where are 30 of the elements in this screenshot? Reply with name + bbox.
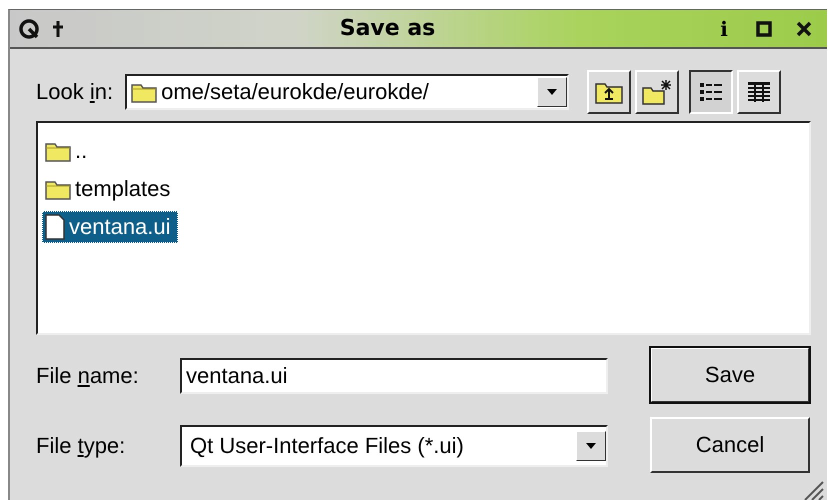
file-name-field[interactable]: ventana.ui xyxy=(180,358,608,394)
save-button[interactable]: Save xyxy=(650,347,810,403)
dropdown-button[interactable] xyxy=(537,77,568,107)
file-list[interactable]: .. templates ventana.ui xyxy=(36,121,811,335)
dropdown-button[interactable] xyxy=(576,430,606,460)
new-folder-icon xyxy=(642,79,672,105)
file-list-item[interactable]: templates xyxy=(42,173,178,205)
look-in-label: Look in: xyxy=(36,79,114,105)
file-list-item[interactable]: ventana.ui xyxy=(42,211,178,243)
app-logo-icon xyxy=(18,18,40,40)
file-type-label: File type: xyxy=(36,432,126,458)
file-type-combo[interactable]: Qt User-Interface Files (*.ui) xyxy=(180,424,608,466)
caret-icon xyxy=(584,440,598,450)
folder-path-combo[interactable]: ome/seta/eurokde/eurokde/ xyxy=(125,74,570,110)
window-title: Save as xyxy=(338,16,436,41)
new-folder-button[interactable] xyxy=(635,70,680,114)
cancel-button[interactable]: Cancel xyxy=(650,417,810,473)
square-icon xyxy=(755,20,773,38)
close-icon xyxy=(795,20,813,38)
list-view-button[interactable] xyxy=(737,70,782,114)
table-view-icon xyxy=(747,81,772,103)
parent-folder-button[interactable] xyxy=(587,70,632,114)
file-icon xyxy=(45,214,65,240)
file-name-label: File name: xyxy=(36,362,140,388)
detail-list-icon xyxy=(699,81,724,103)
pin-icon xyxy=(50,18,66,38)
file-list-item[interactable]: .. xyxy=(42,135,94,167)
detail-view-button[interactable] xyxy=(689,70,734,114)
help-button[interactable]: i xyxy=(709,14,739,42)
caret-icon xyxy=(545,87,560,97)
